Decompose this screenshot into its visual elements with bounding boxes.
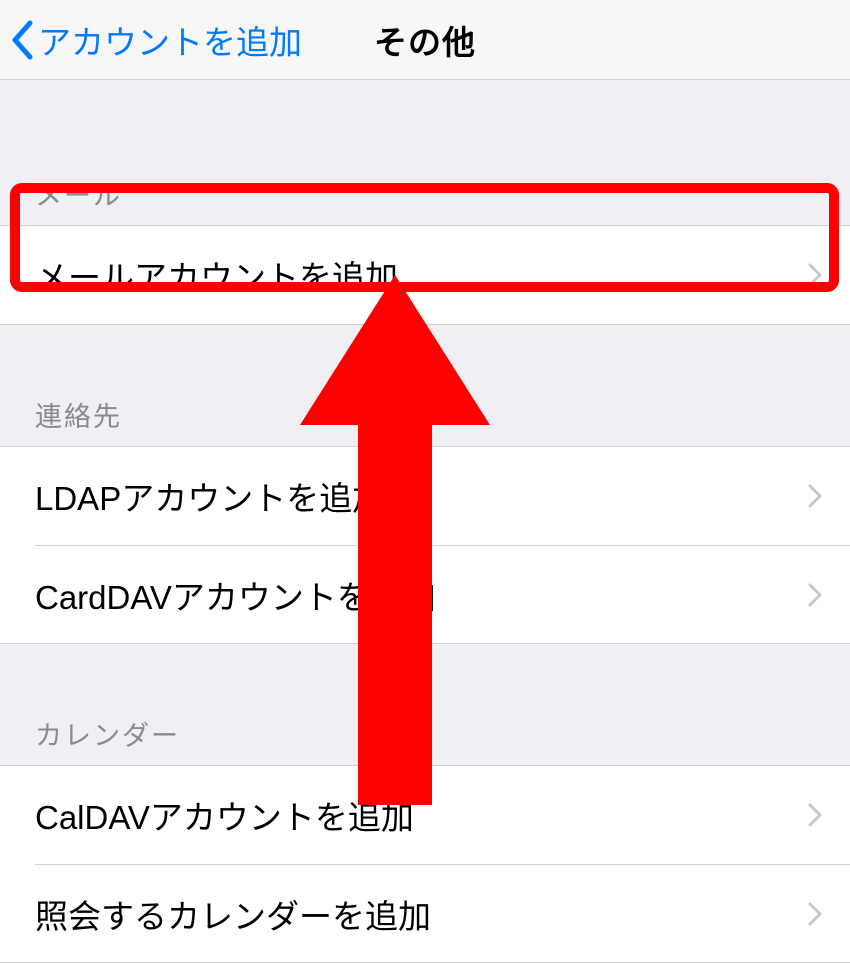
chevron-right-icon [808,583,822,607]
chevron-right-icon [808,484,822,508]
add-caldav-account-row[interactable]: CalDAVアカウントを追加 [0,766,850,864]
back-button[interactable]: アカウントを追加 [0,0,302,79]
section-header-calendar: カレンダー [0,714,850,765]
list-group-mail: メールアカウントを追加 [0,225,850,325]
list-group-calendar: CalDAVアカウントを追加 照会するカレンダーを追加 [0,765,850,963]
list-item-label: CardDAVアカウントを追加 [35,571,436,619]
chevron-left-icon [10,20,34,60]
add-subscribed-calendar-row[interactable]: 照会するカレンダーを追加 [35,864,850,962]
navigation-bar: アカウントを追加 その他 [0,0,850,80]
section-header-contacts: 連絡先 [0,395,850,446]
list-item-label: CalDAVアカウントを追加 [35,791,414,839]
add-carddav-account-row[interactable]: CardDAVアカウントを追加 [35,545,850,643]
chevron-right-icon [808,263,822,287]
add-ldap-account-row[interactable]: LDAPアカウントを追加 [0,447,850,545]
chevron-right-icon [808,902,822,926]
section-header-mail: メール [0,174,850,225]
add-mail-account-row[interactable]: メールアカウントを追加 [0,226,850,324]
list-group-contacts: LDAPアカウントを追加 CardDAVアカウントを追加 [0,446,850,644]
list-item-label: 照会するカレンダーを追加 [35,890,431,938]
chevron-right-icon [808,803,822,827]
page-title: その他 [374,16,476,64]
list-item-label: メールアカウントを追加 [35,251,398,299]
back-label: アカウントを追加 [38,16,302,64]
list-item-label: LDAPアカウントを追加 [35,472,385,520]
